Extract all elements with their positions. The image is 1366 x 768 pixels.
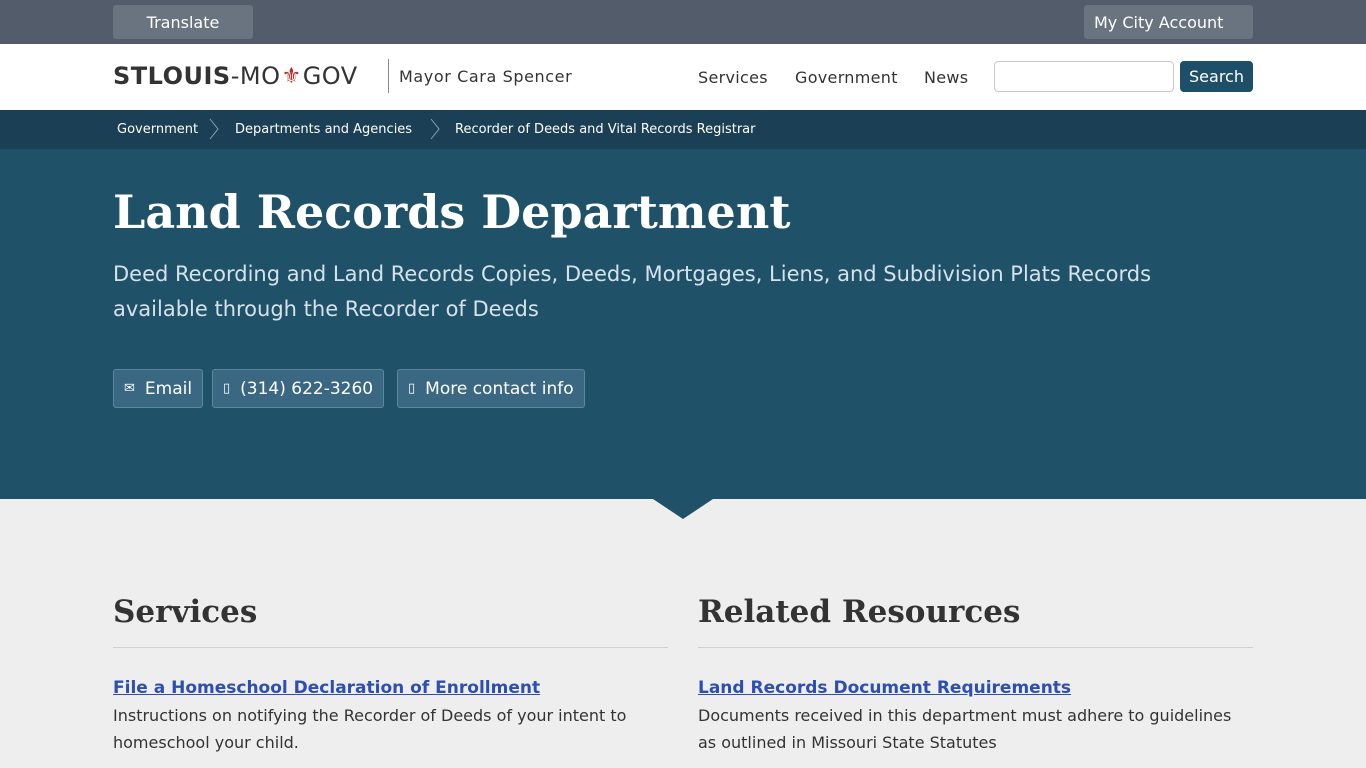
logo-text-gov: GOV [302,62,358,90]
nav-services[interactable]: Services [698,68,768,87]
resources-divider [698,647,1253,648]
fleur-de-lis-icon: ⚜ [281,63,302,89]
nav-news[interactable]: News [924,68,968,87]
hero-banner: Land Records Department Deed Recording a… [0,149,1366,499]
search-input[interactable] [994,61,1174,92]
resource-link-document-requirements[interactable]: Land Records Document Requirements [698,678,1071,698]
page-title: Land Records Department [113,185,791,239]
email-label: Email [144,378,193,399]
logo-text-stlouis: STLOUIS [113,62,231,90]
info-icon: ▯ [408,381,416,396]
search-button[interactable]: Search [1180,61,1253,92]
phone-label: (314) 622-3260 [240,378,374,399]
nav-government[interactable]: Government [795,68,898,87]
breadcrumb-recorder[interactable]: Recorder of Deeds and Vital Records Regi… [455,122,756,137]
site-header: STLOUIS -MO ⚜ GOV Mayor Cara Spencer Ser… [0,44,1366,110]
more-contact-info-button[interactable]: ▯ More contact info [397,369,585,408]
email-button[interactable]: ✉ Email [113,369,204,408]
services-heading: Services [113,594,258,630]
mayor-name[interactable]: Mayor Cara Spencer [399,67,572,86]
service-description: Instructions on notifying the Recorder o… [113,706,627,752]
related-resources-heading: Related Resources [698,594,1021,630]
resource-description: Documents received in this department mu… [698,706,1232,752]
logo-divider [388,59,389,93]
logo-text-mo: -MO [230,62,281,90]
service-link-homeschool[interactable]: File a Homeschool Declaration of Enrollm… [113,678,540,698]
breadcrumb-government[interactable]: Government [117,122,198,137]
phone-icon: ▯ [223,381,231,396]
translate-button[interactable]: Translate [113,5,253,39]
more-contact-info-label: More contact info [425,378,574,399]
phone-button[interactable]: ▯ (314) 622-3260 [212,369,385,408]
chevron-right-icon [209,118,219,140]
page-subtitle: Deed Recording and Land Records Copies, … [113,262,1152,321]
site-logo[interactable]: STLOUIS -MO ⚜ GOV [113,62,358,90]
hero-pointer [653,499,713,519]
my-city-account-button[interactable]: My City Account [1084,5,1253,39]
breadcrumb: Government Departments and Agencies Reco… [0,110,1366,149]
utility-bar: Translate My City Account [0,0,1366,44]
services-divider [113,647,668,648]
breadcrumb-departments[interactable]: Departments and Agencies [235,122,412,137]
chevron-right-icon [430,118,440,140]
envelope-icon: ✉ [124,381,135,396]
